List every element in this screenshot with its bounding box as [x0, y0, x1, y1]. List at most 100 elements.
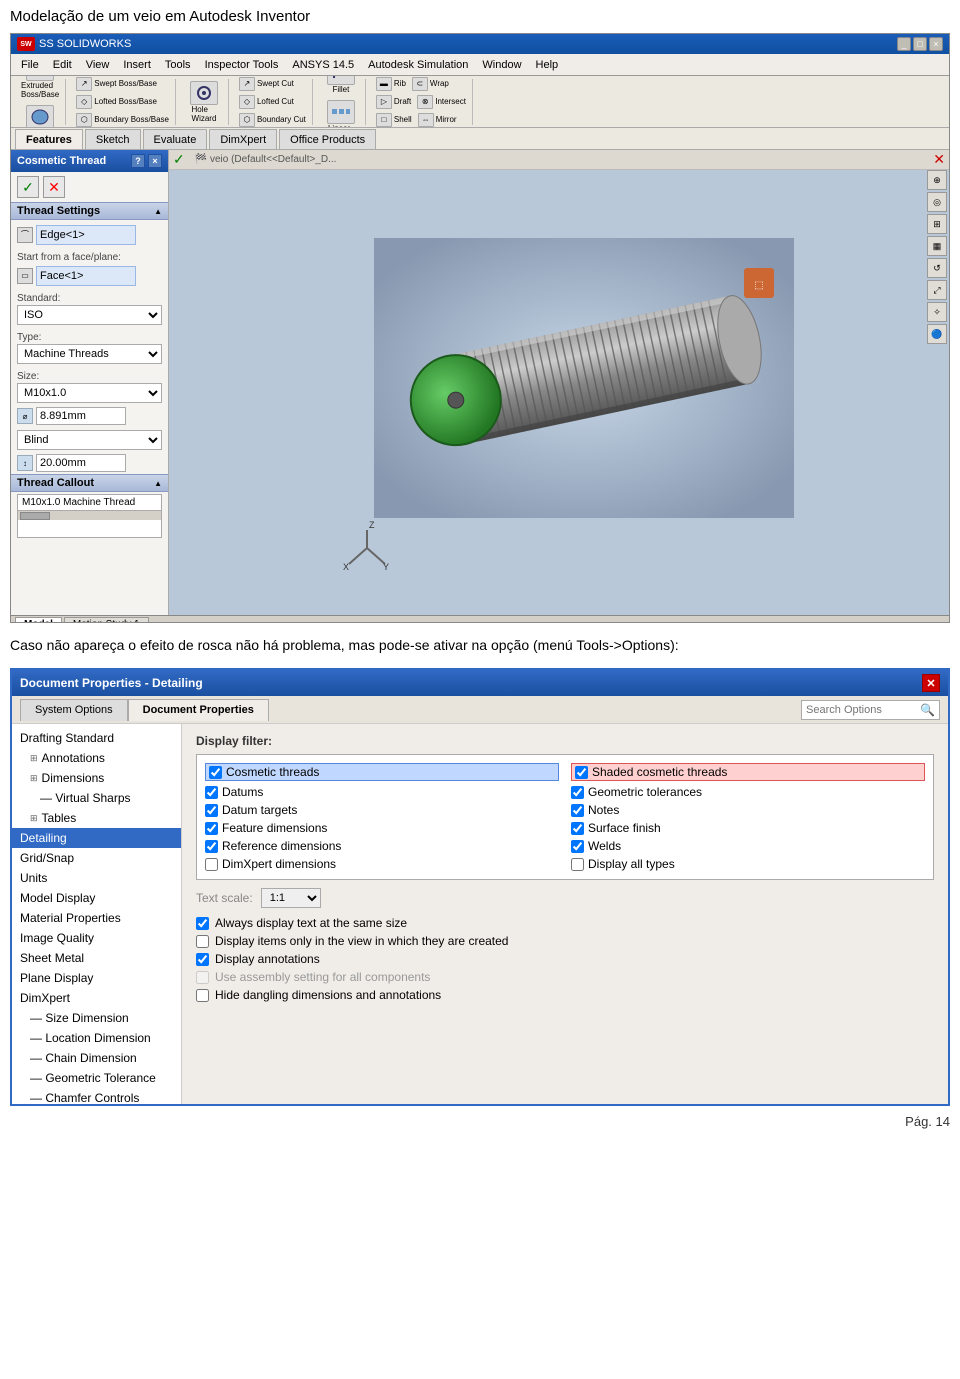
cb-hide-dangling[interactable] [196, 989, 209, 1002]
face-input[interactable] [36, 266, 136, 286]
tab-dimxpert[interactable]: DimXpert [209, 129, 277, 149]
rtoolbar-btn-7[interactable]: ✧ [927, 302, 947, 322]
depth-input[interactable] [36, 454, 126, 472]
nav-detailing[interactable]: Detailing [12, 828, 181, 848]
rtoolbar-btn-4[interactable]: ▦ [927, 236, 947, 256]
toolbar-lofted-boss[interactable]: ◇ Lofted Boss/Base [74, 94, 159, 110]
tab-document-properties[interactable]: Document Properties [128, 699, 269, 721]
rtoolbar-btn-3[interactable]: ⊞ [927, 214, 947, 234]
tab-office-products[interactable]: Office Products [279, 129, 376, 149]
toolbar-lofted-cut[interactable]: ◇ Lofted Cut [237, 94, 296, 110]
cancel-btn[interactable]: ✕ [43, 176, 65, 198]
blind-select[interactable]: Blind [17, 430, 162, 450]
toolbar-fillet[interactable]: Fillet [321, 76, 361, 96]
toolbar-rib[interactable]: ▬ Rib [374, 76, 408, 92]
menu-insert[interactable]: Insert [117, 57, 157, 73]
nav-chamfer-controls[interactable]: — Chamfer Controls [12, 1088, 181, 1104]
cb-display-all-types[interactable] [571, 858, 584, 871]
nav-sheet-metal[interactable]: Sheet Metal [12, 948, 181, 968]
nav-image-quality[interactable]: Image Quality [12, 928, 181, 948]
viewport-cancel-btn[interactable]: ✕ [933, 151, 945, 168]
toolbar-shell[interactable]: □ Shell [374, 112, 414, 128]
nav-grid-snap[interactable]: Grid/Snap [12, 848, 181, 868]
tab-sketch[interactable]: Sketch [85, 129, 141, 149]
callout-scrollbar[interactable] [18, 510, 161, 520]
cb-geometric-tolerances[interactable] [571, 786, 584, 799]
toolbar-swept-cut[interactable]: ↗ Swept Cut [237, 76, 296, 92]
dim-value-input[interactable] [36, 407, 126, 425]
toolbar-extruded-cut[interactable]: ExtrudedCut [184, 76, 224, 77]
bottom-tab-model[interactable]: Model [15, 617, 62, 624]
accept-btn[interactable]: ✓ [17, 176, 39, 198]
text-scale-select[interactable]: 1:1 1:2 2:1 [261, 888, 321, 908]
nav-plane-display[interactable]: Plane Display [12, 968, 181, 988]
nav-annotations[interactable]: ⊞ Annotations [12, 748, 181, 768]
menu-help[interactable]: Help [530, 57, 565, 73]
panel-help-btn[interactable]: ? [131, 154, 145, 168]
menu-inspector[interactable]: Inspector Tools [199, 57, 285, 73]
toolbar-revolved-boss[interactable]: RevolvedBoss/Base [19, 103, 61, 129]
rtoolbar-btn-1[interactable]: ⊕ [927, 170, 947, 190]
menu-window[interactable]: Window [476, 57, 527, 73]
cb-datums[interactable] [205, 786, 218, 799]
menu-edit[interactable]: Edit [47, 57, 78, 73]
rtoolbar-btn-8[interactable]: 🔵 [927, 324, 947, 344]
cb-shaded-cosmetic[interactable] [575, 766, 588, 779]
minimize-btn[interactable]: _ [897, 37, 911, 51]
rtoolbar-btn-5[interactable]: ↺ [927, 258, 947, 278]
rtoolbar-btn-6[interactable]: ⤢ [927, 280, 947, 300]
dialog-close-btn[interactable]: ✕ [922, 674, 940, 692]
thread-callout-header[interactable]: Thread Callout ▲ [11, 474, 168, 492]
nav-dimensions[interactable]: ⊞ Dimensions [12, 768, 181, 788]
cb-reference-dimensions[interactable] [205, 840, 218, 853]
nav-geometric-tolerance[interactable]: — Geometric Tolerance [12, 1068, 181, 1088]
search-icon[interactable]: 🔍 [920, 703, 935, 717]
toolbar-wrap[interactable]: ⊂ Wrap [410, 76, 451, 92]
thread-settings-header[interactable]: Thread Settings ▲ [11, 202, 168, 220]
cb-cosmetic-threads[interactable] [209, 766, 222, 779]
menu-autodesk[interactable]: Autodesk Simulation [362, 57, 474, 73]
type-select[interactable]: Machine Threads [17, 344, 162, 364]
edge-input[interactable] [36, 225, 136, 245]
nav-dimxpert[interactable]: DimXpert [12, 988, 181, 1008]
panel-pin-btn[interactable]: × [148, 154, 162, 168]
tab-system-options[interactable]: System Options [20, 699, 128, 721]
search-input[interactable] [806, 704, 916, 716]
menu-view[interactable]: View [80, 57, 116, 73]
viewport-accept-btn[interactable]: ✓ [173, 151, 185, 168]
nav-model-display[interactable]: Model Display [12, 888, 181, 908]
toolbar-extruded-boss[interactable]: ExtrudedBoss/Base [19, 76, 61, 101]
nav-location-dimension[interactable]: — Location Dimension [12, 1028, 181, 1048]
cb-surface-finish[interactable] [571, 822, 584, 835]
cb-welds[interactable] [571, 840, 584, 853]
toolbar-intersect[interactable]: ⊗ Intersect [415, 94, 468, 110]
toolbar-hole-wizard[interactable]: HoleWizard [184, 79, 224, 125]
toolbar-swept-boss[interactable]: ↗ Swept Boss/Base [74, 76, 159, 92]
menu-file[interactable]: File [15, 57, 45, 73]
cb-datum-targets[interactable] [205, 804, 218, 817]
menu-ansys[interactable]: ANSYS 14.5 [286, 57, 360, 73]
standard-select[interactable]: ISO [17, 305, 162, 325]
tab-features[interactable]: Features [15, 129, 83, 149]
cb-display-view-only[interactable] [196, 935, 209, 948]
maximize-btn[interactable]: □ [913, 37, 927, 51]
nav-units[interactable]: Units [12, 868, 181, 888]
close-btn[interactable]: × [929, 37, 943, 51]
nav-size-dimension[interactable]: — Size Dimension [12, 1008, 181, 1028]
nav-tables[interactable]: ⊞ Tables [12, 808, 181, 828]
toolbar-mirror[interactable]: ⇔ Mirror [416, 112, 459, 128]
cb-notes[interactable] [571, 804, 584, 817]
cb-display-annotations[interactable] [196, 953, 209, 966]
tab-evaluate[interactable]: Evaluate [143, 129, 208, 149]
menu-tools[interactable]: Tools [159, 57, 197, 73]
nav-drafting-standard[interactable]: Drafting Standard [12, 728, 181, 748]
toolbar-draft[interactable]: ▷ Draft [374, 94, 413, 110]
cb-feature-dimensions[interactable] [205, 822, 218, 835]
nav-chain-dimension[interactable]: — Chain Dimension [12, 1048, 181, 1068]
bottom-tab-motion[interactable]: Motion Study 1 [64, 617, 149, 624]
toolbar-linear-pattern[interactable]: LinearPattern [321, 98, 361, 128]
toolbar-boundary-cut[interactable]: ⬡ Boundary Cut [237, 112, 308, 128]
nav-virtual-sharps[interactable]: — Virtual Sharps [12, 788, 181, 808]
cb-always-display[interactable] [196, 917, 209, 930]
cb-dimxpert-dimensions[interactable] [205, 858, 218, 871]
